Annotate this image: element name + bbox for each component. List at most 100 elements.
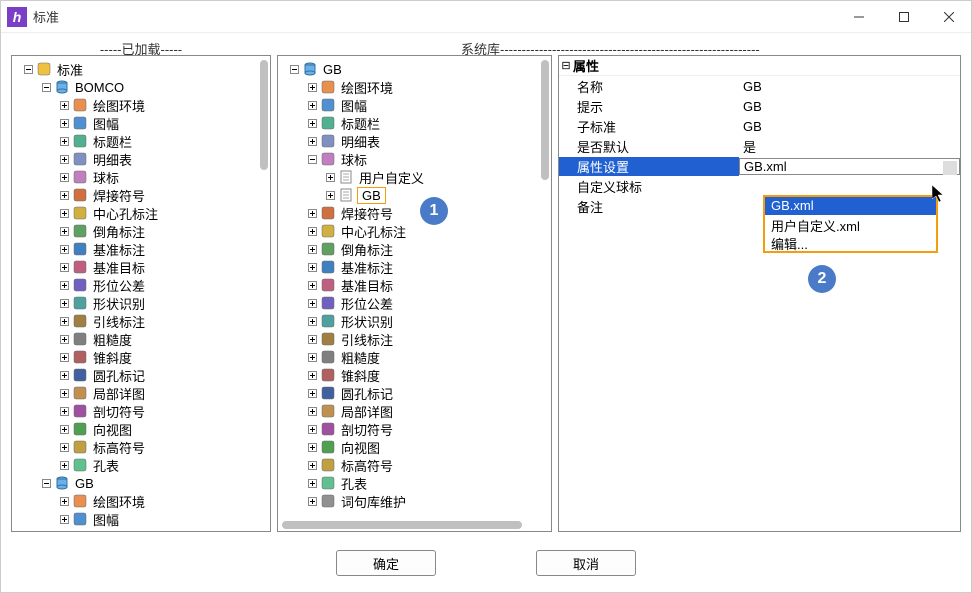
tree-node-label[interactable]: 形位公差 [91, 276, 147, 295]
tree-node-label[interactable]: 圆孔标记 [339, 384, 395, 403]
tree-node[interactable]: 基准目标 [14, 258, 256, 276]
property-row[interactable]: 是否默认是 [559, 136, 960, 156]
tree-node-label[interactable]: 倒角标注 [91, 222, 147, 241]
collapse-icon[interactable] [22, 63, 34, 75]
expand-icon[interactable] [306, 135, 318, 147]
close-button[interactable] [926, 1, 971, 33]
expand-icon[interactable] [58, 441, 70, 453]
tree-node[interactable]: 绘图环境 [14, 492, 256, 510]
expand-icon[interactable] [58, 135, 70, 147]
tree-node-label[interactable]: 剖切符号 [91, 402, 147, 421]
tree-node[interactable]: 形状识别 [280, 312, 537, 330]
property-row[interactable]: 名称GB [559, 76, 960, 96]
expand-icon[interactable] [58, 261, 70, 273]
collapse-icon[interactable] [306, 153, 318, 165]
collapse-icon[interactable] [40, 81, 52, 93]
tree-node-label[interactable]: 明细表 [339, 132, 382, 151]
collapse-icon[interactable]: ⊟ [559, 59, 573, 72]
tree-node[interactable]: 标题栏 [280, 114, 537, 132]
tree-node[interactable]: 标高符号 [280, 456, 537, 474]
tree-node[interactable]: 倒角标注 [14, 222, 256, 240]
cancel-button[interactable]: 取消 [536, 550, 636, 576]
dropdown-item[interactable]: 用户自定义.xml [765, 215, 936, 233]
library-tree[interactable]: GB绘图环境图幅标题栏明细表球标用户自定义GB焊接符号中心孔标注倒角标注基准标注… [280, 58, 537, 512]
tree-node[interactable]: 粗糙度 [280, 348, 537, 366]
loaded-tree[interactable]: 标准BOMCO绘图环境图幅标题栏明细表球标焊接符号中心孔标注倒角标注基准标注基准… [14, 58, 256, 529]
tree-node-label[interactable]: 中心孔标注 [339, 222, 408, 241]
tree-node-label[interactable]: 引线标注 [339, 330, 395, 349]
expand-icon[interactable] [58, 333, 70, 345]
expand-icon[interactable] [306, 423, 318, 435]
expand-icon[interactable] [306, 387, 318, 399]
tree-node[interactable]: 球标 [280, 150, 537, 168]
tree-node[interactable]: 粗糙度 [14, 330, 256, 348]
minimize-button[interactable] [836, 1, 881, 33]
tree-node-label[interactable]: 局部详图 [91, 384, 147, 403]
tree-node-label[interactable]: 倒角标注 [339, 240, 395, 259]
tree-node-label[interactable]: 锥斜度 [91, 348, 134, 367]
expand-icon[interactable] [306, 261, 318, 273]
tree-node[interactable]: 孔表 [280, 474, 537, 492]
property-row[interactable]: 自定义球标 [559, 176, 960, 196]
expand-icon[interactable] [306, 315, 318, 327]
tree-node[interactable]: 焊接符号 [280, 204, 537, 222]
tree-node[interactable]: 圆孔标记 [280, 384, 537, 402]
tree-node-label[interactable]: 圆孔标记 [91, 366, 147, 385]
tree-node[interactable]: 锥斜度 [14, 348, 256, 366]
property-row[interactable]: 属性设置GB.xml [559, 156, 960, 176]
expand-icon[interactable] [58, 207, 70, 219]
property-value[interactable]: 是 [739, 137, 960, 156]
tree-node[interactable]: 引线标注 [14, 312, 256, 330]
tree-node-label[interactable]: 球标 [91, 168, 121, 187]
tree-node-label[interactable]: 图幅 [91, 114, 121, 133]
tree-node-label[interactable]: 标题栏 [91, 132, 134, 151]
tree-node[interactable]: 基准标注 [14, 240, 256, 258]
expand-icon[interactable] [58, 351, 70, 363]
expand-icon[interactable] [306, 243, 318, 255]
tree-node-label[interactable]: 标高符号 [339, 456, 395, 475]
tree-node-label[interactable]: 锥斜度 [339, 366, 382, 385]
property-value[interactable]: GB [739, 79, 960, 94]
tree-node-label[interactable]: 粗糙度 [91, 330, 134, 349]
tree-node[interactable]: 剖切符号 [280, 420, 537, 438]
tree-node[interactable]: 基准目标 [280, 276, 537, 294]
tree-node-label[interactable]: 球标 [339, 150, 369, 169]
tree-node-label[interactable]: 形位公差 [339, 294, 395, 313]
expand-icon[interactable] [58, 225, 70, 237]
tree-node-label[interactable]: 基准目标 [91, 258, 147, 277]
expand-icon[interactable] [306, 81, 318, 93]
tree-node[interactable]: BOMCO [14, 78, 256, 96]
tree-node-label[interactable]: 标题栏 [339, 114, 382, 133]
tree-node[interactable]: 标准 [14, 60, 256, 78]
tree-node-label[interactable]: GB [357, 187, 386, 204]
expand-icon[interactable] [306, 495, 318, 507]
maximize-button[interactable] [881, 1, 926, 33]
tree-node-label[interactable]: 绘图环境 [91, 492, 147, 511]
tree-node-label[interactable]: 用户自定义 [357, 168, 426, 187]
tree-node-label[interactable]: 孔表 [339, 474, 369, 493]
expand-icon[interactable] [58, 189, 70, 201]
tree-node-label[interactable]: 词句库维护 [339, 492, 408, 511]
tree-node[interactable]: 图幅 [280, 96, 537, 114]
tree-node[interactable]: 剖切符号 [14, 402, 256, 420]
dropdown-item[interactable]: GB.xml [765, 197, 936, 215]
tree-node-label[interactable]: 引线标注 [91, 312, 147, 331]
tree-node-label[interactable]: 孔表 [91, 456, 121, 475]
property-grid[interactable]: ⊟属性名称GB提示GB子标准GB是否默认是属性设置GB.xml自定义球标备注 [559, 56, 960, 216]
tree-node[interactable]: 倒角标注 [280, 240, 537, 258]
tree-node[interactable]: GB [14, 474, 256, 492]
expand-icon[interactable] [306, 441, 318, 453]
tree-node[interactable]: 孔表 [14, 456, 256, 474]
tree-node[interactable]: 绘图环境 [280, 78, 537, 96]
expand-icon[interactable] [306, 459, 318, 471]
tree-node[interactable]: 图幅 [14, 510, 256, 528]
tree-node[interactable]: 中心孔标注 [280, 222, 537, 240]
tree-node[interactable]: 局部详图 [280, 402, 537, 420]
tree-node-label[interactable]: 向视图 [91, 420, 134, 439]
tree-node[interactable]: 用户自定义 [280, 168, 537, 186]
expand-icon[interactable] [58, 99, 70, 111]
tree-node[interactable]: 形状识别 [14, 294, 256, 312]
tree-node-label[interactable]: 标高符号 [91, 438, 147, 457]
expand-icon[interactable] [58, 153, 70, 165]
expand-icon[interactable] [58, 387, 70, 399]
